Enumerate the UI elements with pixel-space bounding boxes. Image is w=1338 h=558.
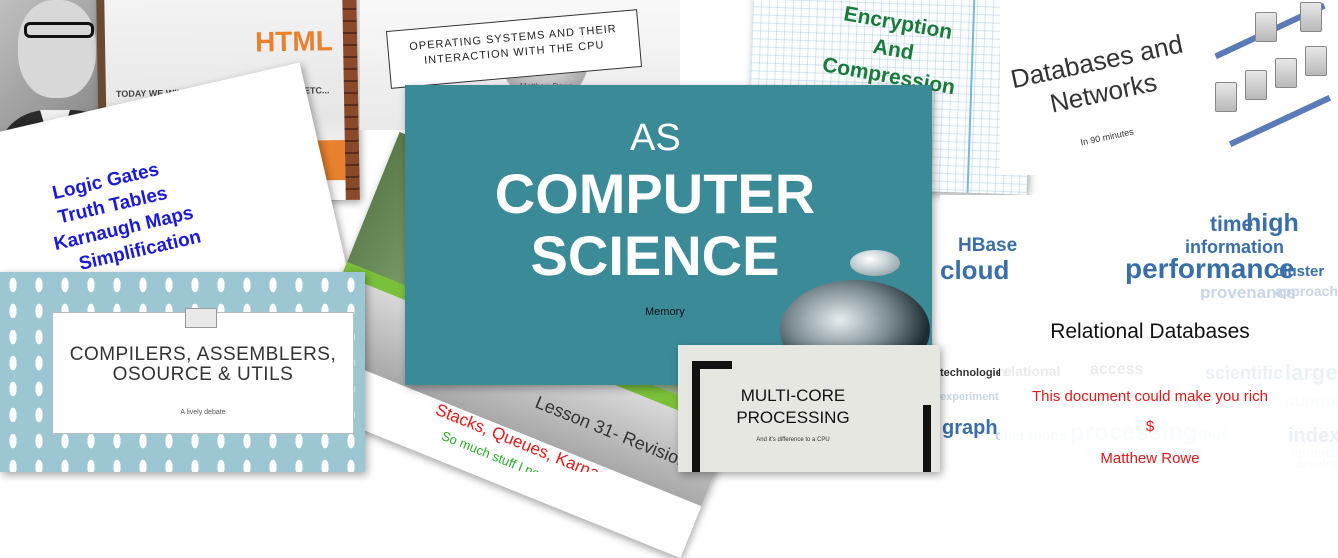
server-icon	[1305, 46, 1327, 76]
server-icon	[1215, 82, 1237, 112]
word-cloud-term: experiment	[940, 391, 999, 403]
os-title-box: OPERATING SYSTEMS AND THEIR INTERACTION …	[385, 9, 643, 89]
water-droplet-image	[850, 250, 900, 276]
logic-title: Logic Gates Truth Tables Karnaugh Maps S…	[40, 151, 203, 281]
brick-wall-edge	[342, 0, 360, 200]
relational-title: Relational Databases	[1050, 320, 1250, 343]
multi-core-processing-thumbnail[interactable]: MULTI-CORE PROCESSING And it's differenc…	[678, 345, 940, 472]
compilers-title: COMPILERS, ASSEMBLERS, OSOURCE & UTILS	[53, 345, 353, 385]
relational-tagline: This document could make you rich	[1032, 388, 1268, 405]
word-cloud-term: high	[1246, 209, 1299, 237]
server-icon	[1300, 2, 1322, 32]
multicore-subtitle: And it's difference to a CPU	[756, 437, 830, 443]
main-title-line2: SCIENCE	[530, 224, 780, 287]
databases-networks-thumbnail[interactable]: Databases and Networks In 90 minutes	[1000, 0, 1338, 175]
multicore-title: MULTI-CORE PROCESSING	[708, 385, 878, 429]
server-icon	[1255, 12, 1277, 42]
word-cloud-term: performance	[1125, 253, 1295, 284]
main-subtitle: Memory	[645, 306, 685, 318]
relational-databases-thumbnail[interactable]: Relational Databases This document could…	[1000, 300, 1338, 472]
server-icon	[1275, 58, 1297, 88]
main-title-as: AS	[630, 117, 681, 159]
word-cloud-term: graph	[942, 417, 998, 439]
db-networks-title: Databases and Networks	[1000, 25, 1204, 129]
relational-author: Matthew Rowe	[1100, 450, 1200, 467]
compilers-assemblers-thumbnail[interactable]: COMPILERS, ASSEMBLERS, OSOURCE & UTILS A…	[0, 272, 365, 472]
word-cloud-term: cluster	[1275, 263, 1325, 280]
db-networks-subtitle: In 90 minutes	[1079, 126, 1135, 148]
word-cloud-term: HBase	[958, 235, 1018, 256]
word-cloud-term: cloud	[940, 255, 1010, 285]
main-title-line1: COMPUTER	[494, 162, 816, 225]
relational-dollar-sign: $	[1145, 418, 1155, 435]
html-title: HTML	[254, 25, 334, 58]
compilers-title-panel: COMPILERS, ASSEMBLERS, OSOURCE & UTILS A…	[52, 312, 354, 434]
portrait-head	[18, 0, 96, 98]
main-title: COMPUTER SCIENCE	[485, 163, 825, 287]
network-diagram-bar	[1228, 95, 1332, 147]
compilers-subtitle: A lively debate	[180, 409, 226, 416]
server-icon	[1245, 70, 1267, 100]
word-cloud-term: approach	[1275, 283, 1338, 299]
frame-corner-left	[692, 361, 700, 472]
compilers-panel-tab	[185, 308, 217, 328]
multicore-title-line1: MULTI-CORE	[740, 386, 846, 405]
word-cloud-term: technologies	[940, 367, 1008, 379]
compilers-title-line1: COMPILERS, ASSEMBLERS,	[69, 344, 337, 365]
as-computer-science-cover[interactable]: AS COMPUTER SCIENCE Memory	[405, 85, 932, 385]
frame-corner-top	[692, 361, 732, 369]
compilers-title-line2: OSOURCE & UTILS	[112, 364, 294, 385]
frame-corner-right	[923, 405, 931, 472]
portrait-glasses	[24, 22, 94, 38]
multicore-title-line2: PROCESSING	[736, 408, 850, 427]
